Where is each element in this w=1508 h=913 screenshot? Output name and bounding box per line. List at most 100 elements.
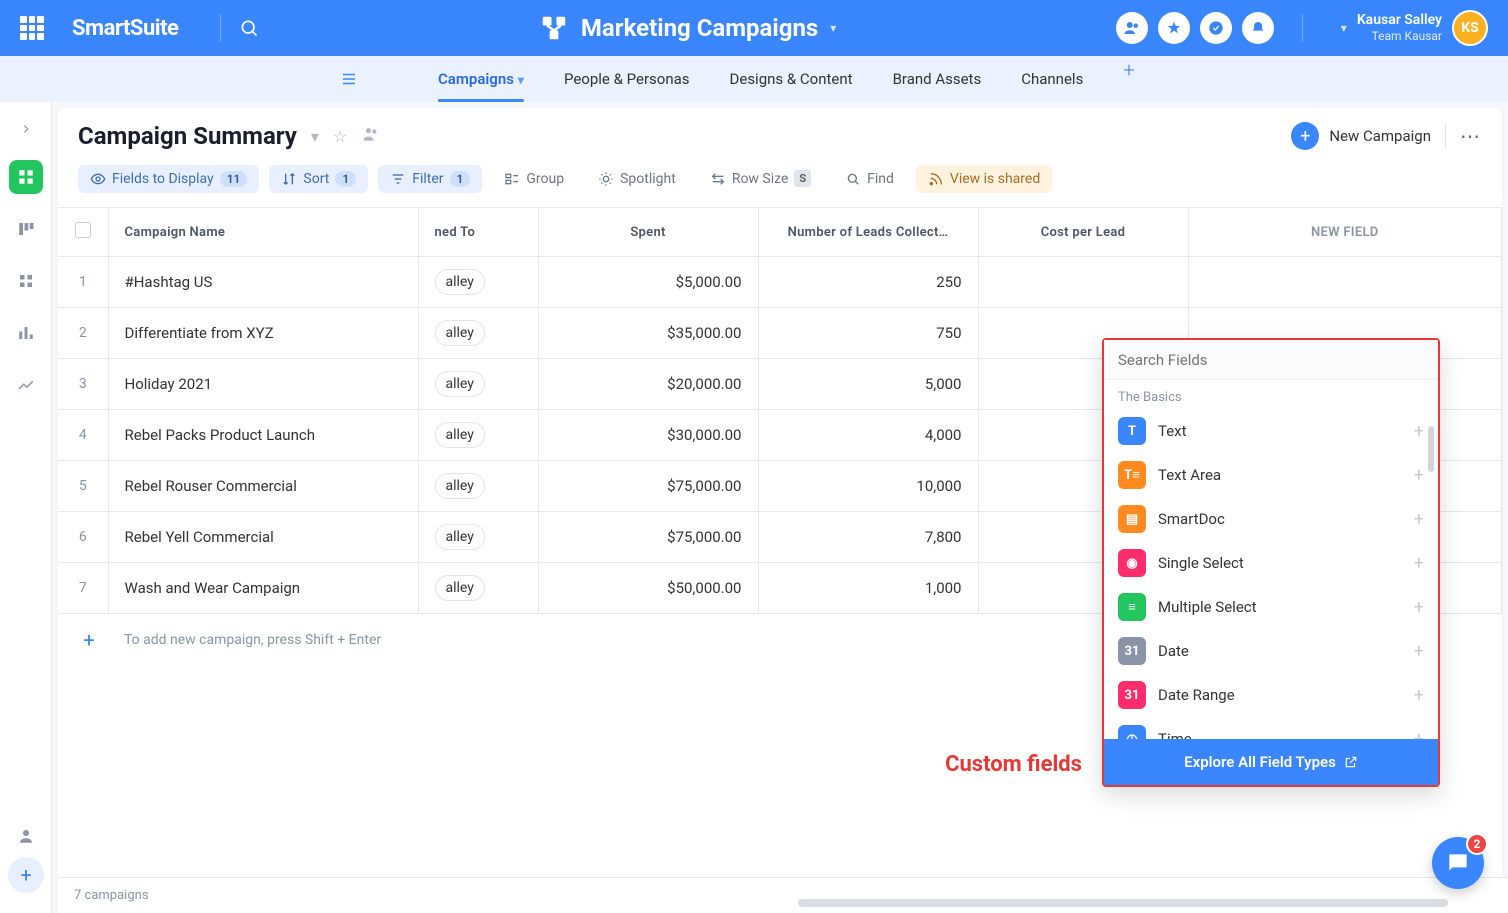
cell-name[interactable]: Holiday 2021 — [108, 359, 418, 410]
field-type-option[interactable]: T≡ Text Area + — [1104, 453, 1438, 497]
add-tab-button[interactable]: + — [1123, 58, 1134, 100]
menu-icon[interactable] — [340, 70, 358, 88]
cell-spent[interactable]: $75,000.00 — [538, 461, 758, 512]
field-type-option[interactable]: T Text + — [1104, 409, 1438, 453]
plus-icon: + — [74, 628, 104, 652]
cell-assignee[interactable]: alley — [418, 410, 538, 461]
brand-logo[interactable]: SmartSuite — [72, 16, 178, 41]
field-type-option[interactable]: ◷ Time + — [1104, 717, 1438, 739]
filter-button[interactable]: Filter1 — [378, 165, 482, 193]
cell-assignee[interactable]: alley — [418, 308, 538, 359]
field-type-option[interactable]: 31 Date + — [1104, 629, 1438, 673]
cell-spent[interactable]: $75,000.00 — [538, 512, 758, 563]
new-campaign-button[interactable]: + New Campaign — [1291, 122, 1431, 150]
tasks-button[interactable] — [1200, 12, 1232, 44]
field-type-icon: T — [1118, 417, 1146, 445]
select-all-checkbox[interactable] — [58, 208, 108, 257]
field-type-option[interactable]: ≡ Multiple Select + — [1104, 585, 1438, 629]
spotlight-button[interactable]: Spotlight — [586, 165, 688, 193]
horizontal-scrollbar[interactable] — [798, 899, 1448, 907]
dashboard-view-button[interactable] — [9, 316, 43, 350]
expand-rail-icon[interactable] — [19, 122, 33, 136]
view-dropdown-icon[interactable]: ▾ — [311, 127, 319, 146]
row-size-button[interactable]: Row SizeS — [698, 164, 823, 193]
field-search-input[interactable] — [1118, 351, 1424, 369]
cell-new[interactable] — [1188, 257, 1502, 308]
cell-cost[interactable] — [978, 257, 1188, 308]
tab-campaigns[interactable]: Campaigns▾ — [438, 58, 524, 100]
view-title[interactable]: Campaign Summary — [78, 122, 297, 150]
solution-title[interactable]: Marketing Campaigns — [581, 14, 818, 42]
cell-leads[interactable]: 7,800 — [758, 512, 978, 563]
cell-leads[interactable]: 750 — [758, 308, 978, 359]
favorites-button[interactable] — [1158, 12, 1190, 44]
cell-name[interactable]: Rebel Yell Commercial — [108, 512, 418, 563]
solution-dropdown-icon[interactable]: ▾ — [830, 21, 836, 35]
col-spent[interactable]: Spent — [538, 208, 758, 257]
cell-spent[interactable]: $50,000.00 — [538, 563, 758, 614]
row-number: 5 — [58, 461, 108, 512]
cell-name[interactable]: Differentiate from XYZ — [108, 308, 418, 359]
cell-spent[interactable]: $5,000.00 — [538, 257, 758, 308]
table-row[interactable]: 1 #Hashtag US alley $5,000.00 250 — [58, 257, 1502, 308]
add-field-icon: + — [1414, 641, 1424, 662]
col-assigned-to[interactable]: ned To — [418, 208, 538, 257]
tab-channels[interactable]: Channels — [1021, 58, 1083, 100]
search-icon[interactable] — [239, 18, 259, 38]
find-button[interactable]: Find — [833, 165, 906, 193]
table-tabs: Campaigns▾ People & Personas Designs & C… — [0, 56, 1508, 102]
explore-field-types-button[interactable]: Explore All Field Types — [1104, 739, 1438, 785]
cell-leads[interactable]: 10,000 — [758, 461, 978, 512]
profile-icon[interactable] — [9, 819, 43, 853]
field-type-option[interactable]: 31 Date Range + — [1104, 673, 1438, 717]
cell-leads[interactable]: 250 — [758, 257, 978, 308]
tab-designs-content[interactable]: Designs & Content — [730, 58, 853, 100]
tab-people-personas[interactable]: People & Personas — [564, 58, 690, 100]
cell-spent[interactable]: $20,000.00 — [538, 359, 758, 410]
grid-view-button[interactable] — [9, 160, 43, 194]
star-icon[interactable]: ☆ — [333, 127, 347, 146]
view-shared-badge[interactable]: View is shared — [916, 165, 1052, 193]
plus-icon: + — [1291, 122, 1319, 150]
add-view-button[interactable]: + — [8, 857, 44, 893]
field-type-icon: ≡ — [1118, 593, 1146, 621]
cell-assignee[interactable]: alley — [418, 461, 538, 512]
field-type-option[interactable]: ◉ Single Select + — [1104, 541, 1438, 585]
field-type-option[interactable]: ▤ SmartDoc + — [1104, 497, 1438, 541]
kanban-view-button[interactable] — [9, 212, 43, 246]
cell-assignee[interactable]: alley — [418, 359, 538, 410]
cell-leads[interactable]: 5,000 — [758, 359, 978, 410]
cell-leads[interactable]: 1,000 — [758, 563, 978, 614]
popup-scrollbar[interactable] — [1428, 426, 1434, 472]
col-leads[interactable]: Number of Leads Collect… — [758, 208, 978, 257]
members-button[interactable] — [1116, 12, 1148, 44]
cell-name[interactable]: Rebel Packs Product Launch — [108, 410, 418, 461]
col-campaign-name[interactable]: Campaign Name — [108, 208, 418, 257]
sort-button[interactable]: Sort1 — [269, 165, 368, 193]
group-button[interactable]: Group — [492, 165, 576, 193]
cell-assignee[interactable]: alley — [418, 257, 538, 308]
row-number: 2 — [58, 308, 108, 359]
cell-leads[interactable]: 4,000 — [758, 410, 978, 461]
row-number: 6 — [58, 512, 108, 563]
user-menu[interactable]: ▾ Kausar Salley Team Kausar KS — [1341, 10, 1488, 46]
col-cost-per-lead[interactable]: Cost per Lead — [978, 208, 1188, 257]
cell-name[interactable]: Wash and Wear Campaign — [108, 563, 418, 614]
tab-brand-assets[interactable]: Brand Assets — [893, 58, 982, 100]
cell-spent[interactable]: $30,000.00 — [538, 410, 758, 461]
more-options-button[interactable]: ⋯ — [1460, 124, 1482, 148]
cell-name[interactable]: Rebel Rouser Commercial — [108, 461, 418, 512]
row-number: 4 — [58, 410, 108, 461]
share-members-icon[interactable] — [361, 124, 381, 148]
col-new-field[interactable]: NEW FIELD — [1188, 208, 1502, 257]
cell-name[interactable]: #Hashtag US — [108, 257, 418, 308]
intercom-chat-button[interactable]: 2 — [1432, 837, 1484, 889]
cell-spent[interactable]: $35,000.00 — [538, 308, 758, 359]
cell-assignee[interactable]: alley — [418, 512, 538, 563]
card-view-button[interactable] — [9, 264, 43, 298]
cell-assignee[interactable]: alley — [418, 563, 538, 614]
notifications-button[interactable] — [1242, 12, 1274, 44]
chart-view-button[interactable] — [9, 368, 43, 402]
apps-launcher-icon[interactable] — [20, 16, 44, 40]
fields-to-display-button[interactable]: Fields to Display11 — [78, 165, 259, 193]
